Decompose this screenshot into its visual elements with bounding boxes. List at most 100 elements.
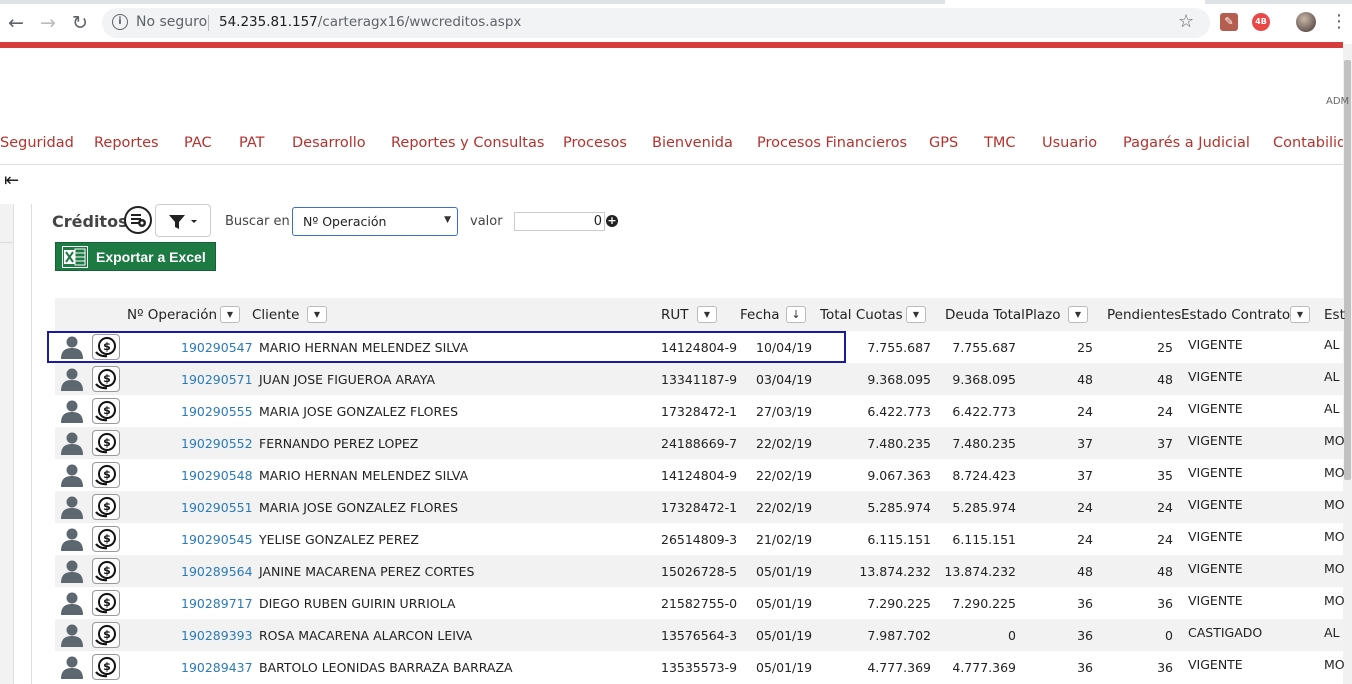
scrollbar-thumb[interactable] — [1344, 60, 1351, 480]
menu-item-contabilidad[interactable]: Contabilid — [1273, 135, 1343, 151]
client-person-icon[interactable] — [59, 431, 85, 455]
fecha-cell: 05/01/19 — [756, 564, 813, 579]
menu-item-reportes-consultas[interactable]: Reportes y Consultas — [391, 135, 544, 151]
add-filter-icon[interactable]: + — [606, 215, 618, 227]
sort-estado-button[interactable]: ▼ — [1290, 306, 1310, 323]
client-person-icon[interactable] — [59, 495, 85, 519]
table-row[interactable]: $190289717 DIEGO RUBEN GUIRIN URRIOLA 2158… — [55, 587, 1345, 619]
filter-button[interactable] — [155, 204, 211, 237]
client-person-icon[interactable] — [59, 463, 85, 487]
menu-item-desarrollo[interactable]: Desarrollo — [292, 135, 366, 151]
payment-coin-icon[interactable]: $ — [92, 526, 120, 552]
client-person-icon[interactable] — [59, 367, 85, 391]
menu-item-pagares-judicial[interactable]: Pagarés a Judicial — [1123, 135, 1250, 151]
operacion-cell[interactable]: 190290545 — [181, 532, 253, 547]
fecha-cell: 03/04/19 — [756, 372, 813, 387]
active-tab[interactable] — [945, 0, 1205, 4]
extension-badge-icon[interactable]: 4B — [1252, 13, 1270, 31]
pendientes-cell: 37 — [1157, 436, 1173, 451]
sort-operacion-button[interactable]: ▼ — [220, 306, 240, 323]
settings-list-button[interactable] — [124, 206, 152, 234]
operacion-cell[interactable]: 190290552 — [181, 436, 253, 451]
client-person-icon[interactable] — [59, 623, 85, 647]
sort-cliente-button[interactable]: ▼ — [307, 306, 327, 323]
payment-coin-icon[interactable]: $ — [92, 494, 120, 520]
pdf-extension-icon[interactable]: ✎ — [1220, 13, 1238, 31]
menu-item-usuario[interactable]: Usuario — [1042, 135, 1097, 151]
col-plazo[interactable]: Plazo — [1025, 307, 1061, 323]
page-scrollbar[interactable] — [1343, 44, 1352, 684]
table-row[interactable]: $190289564 JANINE MACARENA PEREZ CORTES 15… — [55, 555, 1345, 587]
operacion-cell[interactable]: 190290571 — [181, 372, 253, 387]
table-row[interactable]: $190290548 MARIO HERNAN MELENDEZ SILVA 141… — [55, 459, 1345, 491]
profile-avatar[interactable] — [1296, 12, 1316, 32]
payment-coin-icon[interactable]: $ — [92, 590, 120, 616]
sort-fecha-desc-icon[interactable]: ↓ — [786, 306, 806, 323]
table-row[interactable]: $190289393 ROSA MACARENA ALARCON LEIVA 135… — [55, 619, 1343, 651]
menu-item-pac[interactable]: PAC — [184, 135, 212, 151]
url-text[interactable]: 54.235.81.157/carteragx16/wwcreditos.asp… — [219, 14, 521, 30]
menu-item-procesos[interactable]: Procesos — [563, 135, 627, 151]
address-bar[interactable]: i No seguro 54.235.81.157/carteragx16/ww… — [102, 8, 1210, 38]
col-est[interactable]: Est — [1324, 307, 1345, 323]
table-row[interactable]: $190290545 YELISE GONZALEZ PEREZ 26514809-… — [55, 523, 1345, 555]
table-row[interactable]: $190290555 MARIA JOSE GONZALEZ FLORES 1732… — [55, 395, 1343, 427]
col-estado-contrato[interactable]: Estado Contrato — [1181, 307, 1290, 323]
col-rut[interactable]: RUT — [661, 307, 689, 323]
valor-input[interactable]: 0 — [514, 212, 605, 231]
menu-item-procesos-financieros[interactable]: Procesos Financieros — [757, 135, 907, 151]
client-person-icon[interactable] — [59, 527, 85, 551]
operacion-cell[interactable]: 190289393 — [181, 628, 253, 643]
col-fecha[interactable]: Fecha — [740, 307, 780, 323]
cliente-cell: ROSA MACARENA ALARCON LEIVA — [259, 628, 473, 643]
col-cliente[interactable]: Cliente — [252, 307, 299, 323]
table-row[interactable]: $190290551 MARIA JOSE GONZALEZ FLORES 1732… — [55, 491, 1345, 523]
reload-icon[interactable]: ↻ — [68, 11, 92, 35]
col-total-cuotas[interactable]: Total Cuotas — [820, 307, 903, 323]
payment-coin-icon[interactable]: $ — [92, 622, 120, 648]
export-excel-button[interactable]: Exportar a Excel — [55, 242, 216, 271]
col-deuda-total[interactable]: Deuda Total — [945, 307, 1025, 323]
menu-item-tmc[interactable]: TMC — [984, 135, 1016, 151]
client-person-icon[interactable] — [59, 399, 85, 423]
payment-coin-icon[interactable]: $ — [92, 654, 120, 680]
security-label[interactable]: No seguro — [136, 14, 207, 30]
operacion-cell[interactable]: 190289564 — [181, 564, 253, 579]
col-pendientes[interactable]: Pendientes — [1107, 307, 1181, 323]
table-row[interactable]: $190289437 BARTOLO LEONIDAS BARRAZA BARRA… — [55, 651, 1345, 683]
table-row[interactable]: $190290571 JUAN JOSE FIGUEROA ARAYA 133411… — [55, 363, 1343, 395]
menu-item-bienvenida[interactable]: Bienvenida — [652, 135, 733, 151]
col-operacion[interactable]: Nº Operación — [127, 307, 217, 323]
menu-item-pat[interactable]: PAT — [239, 135, 264, 151]
menu-item-seguridad[interactable]: Seguridad — [0, 135, 74, 151]
sort-total-cuotas-button[interactable]: ▼ — [906, 306, 926, 323]
collapse-sidebar-icon[interactable]: ⇤ — [4, 170, 19, 191]
table-row[interactable]: $190290552 FERNANDO PEREZ LOPEZ 24188669-7… — [55, 427, 1345, 459]
browser-menu-icon[interactable]: ⋮ — [1330, 11, 1348, 32]
payment-coin-icon[interactable]: $ — [92, 462, 120, 488]
menu-item-gps[interactable]: GPS — [929, 135, 958, 151]
info-icon[interactable]: i — [112, 14, 128, 30]
forward-arrow-icon[interactable]: → — [36, 11, 60, 35]
operacion-cell[interactable]: 190290555 — [181, 404, 253, 419]
sort-rut-button[interactable]: ▼ — [697, 306, 717, 323]
operacion-cell[interactable]: 190289717 — [181, 596, 253, 611]
client-person-icon[interactable] — [59, 655, 85, 679]
back-arrow-icon[interactable]: ← — [4, 11, 28, 35]
est-cell: AL — [1324, 337, 1340, 352]
payment-coin-icon[interactable]: $ — [92, 398, 120, 424]
menu-item-reportes[interactable]: Reportes — [94, 135, 159, 151]
user-label: ADM — [1326, 96, 1350, 107]
payment-coin-icon[interactable]: $ — [92, 558, 120, 584]
operacion-cell[interactable]: 190290551 — [181, 500, 253, 515]
buscar-select[interactable]: Nº Operación ▼ — [292, 207, 458, 236]
operacion-cell[interactable]: 190289437 — [181, 660, 253, 675]
payment-coin-icon[interactable]: $ — [92, 366, 120, 392]
plazo-cell: 37 — [1077, 436, 1093, 451]
client-person-icon[interactable] — [59, 591, 85, 615]
operacion-cell[interactable]: 190290548 — [181, 468, 253, 483]
sort-plazo-button[interactable]: ▼ — [1068, 306, 1088, 323]
client-person-icon[interactable] — [59, 559, 85, 583]
bookmark-star-icon[interactable]: ☆ — [1178, 11, 1194, 32]
payment-coin-icon[interactable]: $ — [92, 430, 120, 456]
